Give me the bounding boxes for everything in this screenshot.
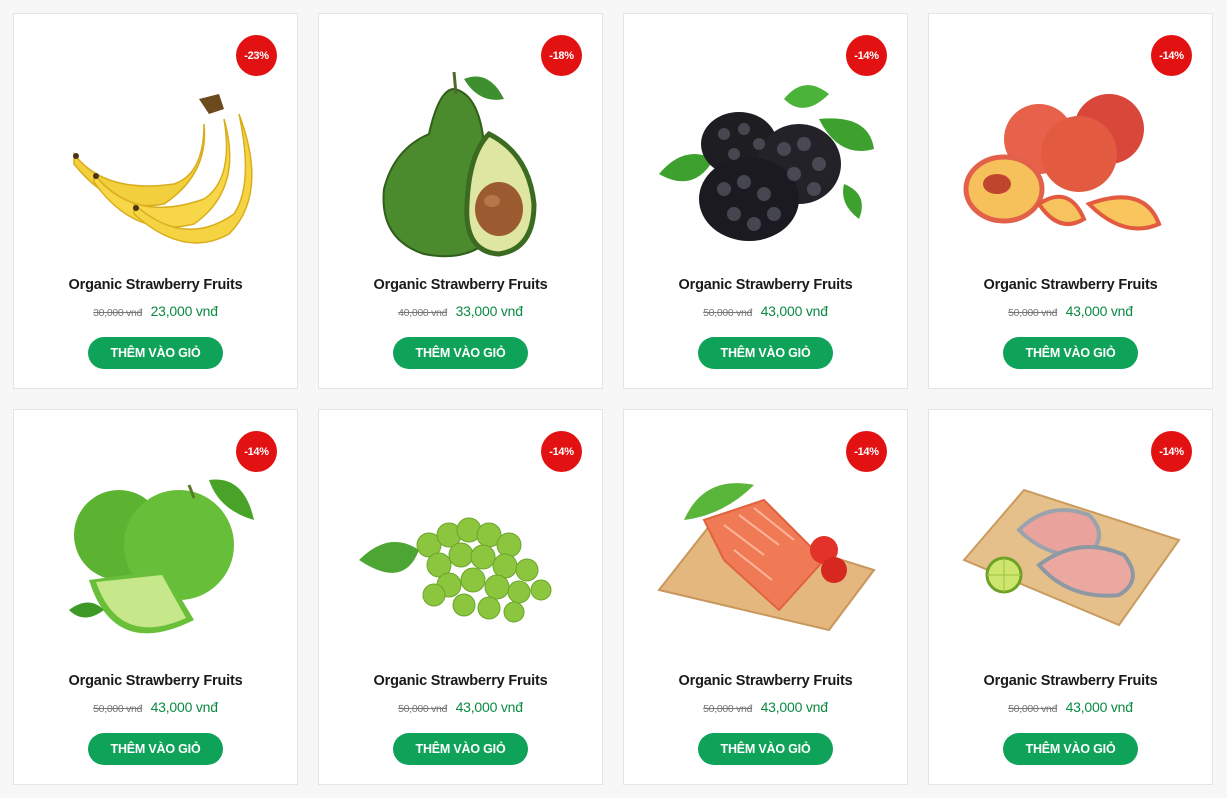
price-row: 50,000 vnđ 43,000 vnđ: [319, 699, 602, 717]
product-card[interactable]: -14% Organic Strawberry Fruits 50,000 vn…: [623, 13, 908, 389]
avocado-image[interactable]: [349, 64, 574, 264]
product-title[interactable]: Organic Strawberry Fruits: [14, 277, 297, 293]
add-to-cart-button[interactable]: THÊM VÀO GIỎ: [88, 733, 223, 765]
product-title[interactable]: Organic Strawberry Fruits: [624, 673, 907, 689]
product-title[interactable]: Organic Strawberry Fruits: [929, 277, 1212, 293]
add-to-cart-button[interactable]: THÊM VÀO GIỎ: [1003, 337, 1138, 369]
grapes-image[interactable]: [349, 460, 574, 660]
old-price: 50,000 vnđ: [1008, 703, 1058, 715]
product-card[interactable]: -14% Organic Strawberry Fruits 50,000 vn…: [928, 409, 1213, 785]
price-row: 50,000 vnđ 43,000 vnđ: [624, 303, 907, 321]
old-price: 30,000 vnđ: [93, 307, 143, 319]
product-card[interactable]: -18% Organic Strawberry Fruits 40,000 vn…: [318, 13, 603, 389]
product-title[interactable]: Organic Strawberry Fruits: [929, 673, 1212, 689]
fish-image[interactable]: [959, 460, 1184, 660]
old-price: 50,000 vnđ: [93, 703, 143, 715]
price-row: 50,000 vnđ 43,000 vnđ: [929, 699, 1212, 717]
old-price: 50,000 vnđ: [1008, 307, 1058, 319]
price-row: 30,000 vnđ 23,000 vnđ: [14, 303, 297, 321]
current-price: 43,000 vnđ: [150, 699, 218, 715]
blackberry-image[interactable]: [654, 64, 879, 264]
add-to-cart-button[interactable]: THÊM VÀO GIỎ: [88, 337, 223, 369]
current-price: 43,000 vnđ: [1065, 699, 1133, 715]
add-to-cart-button[interactable]: THÊM VÀO GIỎ: [393, 337, 528, 369]
product-card[interactable]: -14% Organic Strawberry Fruits 50,000 vn…: [13, 409, 298, 785]
salmon-image[interactable]: [654, 460, 879, 660]
product-grid: -23% Organic Strawberry Fruits 30,000 vn…: [0, 0, 1227, 798]
old-price: 50,000 vnđ: [398, 703, 448, 715]
current-price: 23,000 vnđ: [150, 303, 218, 319]
peach-image[interactable]: [959, 64, 1184, 264]
add-to-cart-button[interactable]: THÊM VÀO GIỎ: [698, 337, 833, 369]
old-price: 40,000 vnđ: [398, 307, 448, 319]
product-title[interactable]: Organic Strawberry Fruits: [319, 673, 602, 689]
current-price: 43,000 vnđ: [1065, 303, 1133, 319]
current-price: 43,000 vnđ: [760, 699, 828, 715]
current-price: 43,000 vnđ: [760, 303, 828, 319]
product-card[interactable]: -14% Organic Strawberry Fruits 50,000 vn…: [928, 13, 1213, 389]
add-to-cart-button[interactable]: THÊM VÀO GIỎ: [393, 733, 528, 765]
add-to-cart-button[interactable]: THÊM VÀO GIỎ: [698, 733, 833, 765]
price-row: 40,000 vnđ 33,000 vnđ: [319, 303, 602, 321]
price-row: 50,000 vnđ 43,000 vnđ: [624, 699, 907, 717]
current-price: 43,000 vnđ: [455, 699, 523, 715]
price-row: 50,000 vnđ 43,000 vnđ: [14, 699, 297, 717]
current-price: 33,000 vnđ: [455, 303, 523, 319]
price-row: 50,000 vnđ 43,000 vnđ: [929, 303, 1212, 321]
product-title[interactable]: Organic Strawberry Fruits: [319, 277, 602, 293]
add-to-cart-button[interactable]: THÊM VÀO GIỎ: [1003, 733, 1138, 765]
lime-image[interactable]: [44, 460, 269, 660]
product-card[interactable]: -14% Organic Strawberry Fruits 50,000 vn…: [623, 409, 908, 785]
old-price: 50,000 vnđ: [703, 703, 753, 715]
product-title[interactable]: Organic Strawberry Fruits: [14, 673, 297, 689]
old-price: 50,000 vnđ: [703, 307, 753, 319]
banana-image[interactable]: [44, 64, 269, 264]
product-card[interactable]: -14% Organic Strawberry Fruits 50,000 vn…: [318, 409, 603, 785]
product-title[interactable]: Organic Strawberry Fruits: [624, 277, 907, 293]
product-card[interactable]: -23% Organic Strawberry Fruits 30,000 vn…: [13, 13, 298, 389]
